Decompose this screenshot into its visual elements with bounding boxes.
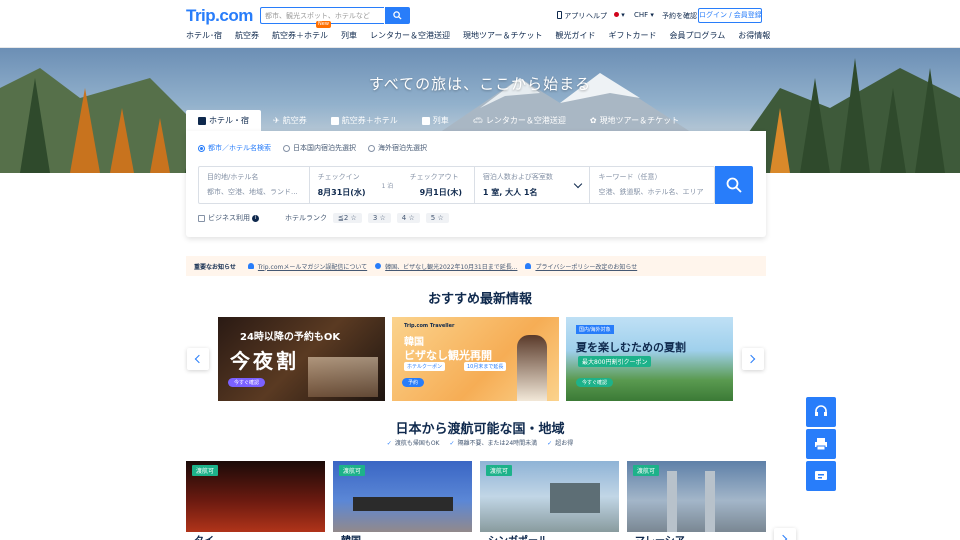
tower-image bbox=[667, 471, 677, 533]
hotel-icon bbox=[198, 116, 206, 125]
trip-logo[interactable]: Trip.com bbox=[186, 6, 253, 26]
search-mode-radios: 都市／ホテル名検索 日本国内宿泊先選択 海外宿泊先選択 bbox=[198, 143, 427, 153]
booking-check-link[interactable]: 予約を確認 bbox=[662, 11, 697, 21]
hotel-room-image bbox=[308, 357, 378, 397]
customer-support-button[interactable] bbox=[806, 397, 836, 427]
destination-card-singapore[interactable]: 渡航可 シンガポール bbox=[480, 461, 619, 540]
hero-title: すべての旅は、ここから始まる bbox=[368, 75, 592, 93]
header-search-button[interactable] bbox=[385, 7, 410, 24]
tab-car-rental[interactable]: 🚗︎ レンタカー＆空港送迎 bbox=[461, 110, 578, 131]
chevron-right-icon bbox=[778, 534, 788, 540]
business-checkbox[interactable] bbox=[198, 214, 205, 222]
promo-prev-button[interactable] bbox=[187, 348, 209, 370]
search-options: ビジネス利用 i ホテルランク ≦2 ☆ 3 ☆ 4 ☆ 5 ☆ bbox=[198, 213, 455, 223]
info-icon[interactable]: i bbox=[252, 214, 259, 222]
plane-icon: ✈ bbox=[273, 116, 280, 125]
guests-value: 1 室, 大人 1名 bbox=[482, 188, 538, 197]
palace-image bbox=[353, 497, 453, 511]
hotel-search-button[interactable] bbox=[715, 166, 753, 204]
search-icon bbox=[726, 177, 742, 193]
nav-guide[interactable]: 観光ガイド bbox=[556, 30, 596, 44]
date-field[interactable]: チェックイン 8月31日(水) 1 泊 チェックアウト 9月1日(木) bbox=[310, 167, 475, 203]
promo-next-button[interactable] bbox=[742, 348, 764, 370]
keyword-field[interactable]: キーワード（任意） 空港、鉄道駅、ホテル名、エリア bbox=[590, 167, 714, 203]
destination-field[interactable]: 目的地/ホテル名 都市、空港、地域、ランド... bbox=[199, 167, 310, 203]
phone-icon bbox=[557, 11, 562, 19]
feedback-button[interactable] bbox=[806, 461, 836, 491]
guests-field[interactable]: 宿泊人数および客室数 1 室, 大人 1名 bbox=[475, 167, 591, 203]
app-link[interactable]: アプリ bbox=[557, 11, 585, 21]
rank-chip-2[interactable]: ≦2 ☆ bbox=[333, 213, 362, 223]
feedback-icon bbox=[815, 471, 827, 480]
radio-overseas[interactable]: 海外宿泊先選択 bbox=[368, 143, 427, 153]
language-selector[interactable]: ▾ bbox=[614, 11, 625, 19]
main-nav: ホテル･宿 航空券 航空券＋ホテル 列車 レンタカー＆空港送迎 現地ツアー＆チケ… bbox=[186, 21, 783, 44]
nights-count: 1 泊 bbox=[381, 183, 394, 190]
notice-link-newsletter[interactable]: Trip.comメールマガジン誤配信について bbox=[247, 262, 367, 271]
search-fields: 目的地/ホテル名 都市、空港、地域、ランド... チェックイン 8月31日(水)… bbox=[198, 166, 715, 204]
rank-chip-3[interactable]: 3 ☆ bbox=[367, 213, 391, 223]
rank-chip-4[interactable]: 4 ☆ bbox=[396, 213, 420, 223]
skyline-image bbox=[550, 483, 600, 513]
nav-flight-hotel[interactable]: 航空券＋ホテル bbox=[272, 30, 328, 44]
nav-flights[interactable]: 航空券 bbox=[235, 30, 259, 44]
tab-flights[interactable]: ✈ 航空券 bbox=[261, 110, 319, 131]
tab-tours[interactable]: ✿ 現地ツアー＆チケット bbox=[578, 110, 691, 131]
destination-card-korea[interactable]: 渡航可 韓国 bbox=[333, 461, 472, 540]
train-icon bbox=[421, 116, 430, 125]
bell-icon bbox=[247, 263, 254, 269]
radio-city-hotel[interactable]: 都市／ホテル名検索 bbox=[198, 143, 271, 153]
print-button[interactable] bbox=[806, 429, 836, 459]
nav-deals[interactable]: お得情報 bbox=[738, 30, 770, 44]
tab-hotel[interactable]: ホテル・宿 bbox=[186, 110, 261, 131]
chevron-left-icon bbox=[194, 354, 204, 364]
printer-icon bbox=[815, 438, 827, 451]
destination-input[interactable]: 都市、空港、地域、ランド... bbox=[207, 187, 301, 197]
headset-icon bbox=[815, 405, 827, 416]
bell-icon bbox=[525, 263, 532, 269]
check-circle-icon bbox=[375, 263, 382, 269]
nav-giftcard[interactable]: ギフトカード bbox=[609, 30, 657, 44]
nav-membership[interactable]: 会員プログラム bbox=[670, 30, 726, 44]
nav-tours[interactable]: 現地ツアー＆チケット bbox=[463, 30, 543, 44]
keyword-input[interactable]: 空港、鉄道駅、ホテル名、エリア bbox=[598, 187, 706, 197]
hotel-search-panel: 都市／ホテル名検索 日本国内宿泊先選択 海外宿泊先選択 目的地/ホテル名 都市、… bbox=[186, 131, 766, 237]
tab-train[interactable]: 列車 bbox=[410, 110, 461, 131]
promo-card-summer[interactable]: 国内/海外対象 夏を楽しむための夏割 最大800円割引クーポン 今すぐ確認 bbox=[566, 317, 733, 401]
destination-card-thailand[interactable]: 渡航可 タイ bbox=[186, 461, 325, 540]
currency-selector[interactable]: CHF ▾ bbox=[634, 11, 654, 19]
new-badge: New bbox=[316, 21, 331, 28]
notice-bar: 重要なお知らせ Trip.comメールマガジン誤配信について 韓国、ビザなし観光… bbox=[186, 256, 766, 276]
promo-card-korea[interactable]: Trip.com Traveller 韓国 ビザなし観光再開 ホテルクーポン 1… bbox=[392, 317, 559, 401]
flight-hotel-icon bbox=[330, 116, 339, 125]
car-icon: 🚗︎ bbox=[472, 116, 483, 125]
japan-flag-icon bbox=[614, 12, 619, 17]
tab-flight-hotel[interactable]: 航空券＋ホテル bbox=[319, 110, 410, 131]
top-header: Trip.com 都市、観光スポット、ホテルなど アプリ ヘルプ ▾ CHF ▾… bbox=[0, 0, 960, 48]
help-link[interactable]: ヘルプ bbox=[586, 11, 607, 21]
destinations-next-button[interactable] bbox=[774, 528, 796, 540]
radio-domestic[interactable]: 日本国内宿泊先選択 bbox=[283, 143, 356, 153]
nav-car-rental[interactable]: レンタカー＆空港送迎 bbox=[370, 30, 450, 44]
chevron-right-icon bbox=[746, 354, 756, 364]
nav-hotel[interactable]: ホテル･宿 bbox=[186, 30, 222, 44]
rank-chip-5[interactable]: 5 ☆ bbox=[425, 213, 449, 223]
notice-link-korea-visa[interactable]: 韓国、ビザなし観光2022年10月31日まで延長... bbox=[375, 262, 517, 271]
checkout-date[interactable]: 9月1日(木) bbox=[420, 187, 462, 198]
login-button[interactable]: ログイン / 会員登録 bbox=[698, 8, 762, 23]
notice-link-privacy[interactable]: プライバシーポリシー改定のお知らせ bbox=[525, 262, 637, 271]
traveller-image bbox=[517, 335, 547, 401]
promo-card-tonight[interactable]: 24時以降の予約もOK 今夜割 今すぐ確認 bbox=[218, 317, 385, 401]
recommend-title: おすすめ最新情報 bbox=[427, 292, 532, 307]
product-tabs: ホテル・宿 ✈ 航空券 航空券＋ホテル 列車 🚗︎ レンタカー＆空港送迎 ✿ 現地ツア… bbox=[186, 110, 691, 131]
nav-train[interactable]: 列車 bbox=[341, 30, 357, 44]
tour-icon: ✿ bbox=[589, 116, 597, 125]
destination-card-malaysia[interactable]: 渡航可 マレーシア bbox=[627, 461, 766, 540]
search-icon bbox=[393, 11, 402, 20]
